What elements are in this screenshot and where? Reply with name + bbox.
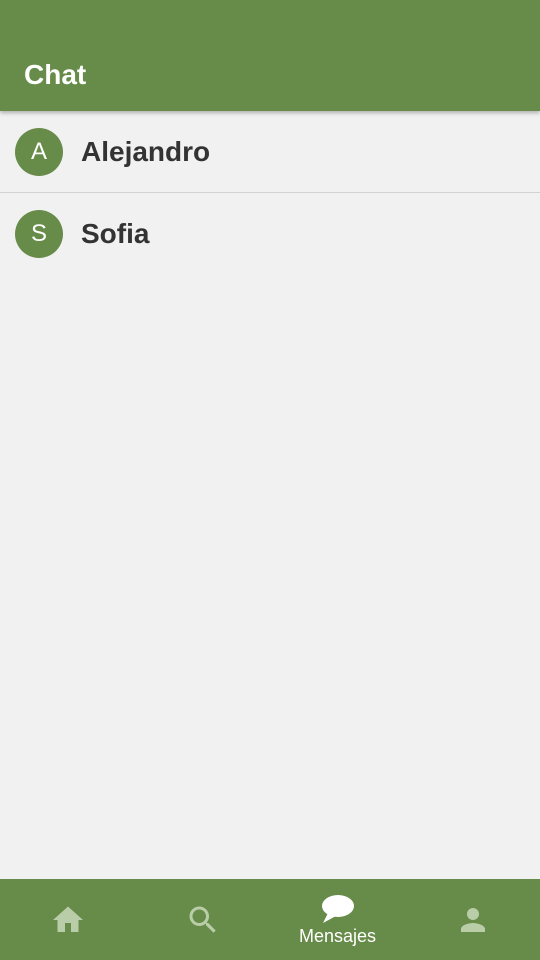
nav-item-home[interactable] [0, 879, 135, 960]
chat-item-sofia[interactable]: S Sofia [0, 193, 540, 274]
chat-bubble-icon [321, 895, 354, 923]
avatar-initial: S [30, 219, 47, 247]
app-bar: Chat [0, 0, 540, 111]
bottom-navigation: Mensajes [0, 879, 540, 960]
avatar: A [15, 127, 63, 176]
home-icon [52, 906, 83, 932]
chat-item-alejandro[interactable]: A Alejandro [0, 111, 540, 193]
chat-list: A Alejandro S Sofia [0, 111, 540, 274]
nav-label-mensajes: Mensajes [298, 926, 377, 946]
chat-name: Alejandro [81, 135, 211, 167]
avatar: S [15, 209, 63, 258]
page-title: Chat [24, 59, 87, 90]
avatar-initial: A [30, 137, 47, 165]
search-icon [189, 906, 216, 933]
nav-item-search[interactable] [135, 879, 270, 960]
person-icon [460, 907, 485, 932]
nav-item-profile[interactable] [405, 879, 540, 960]
chat-name: Sofia [81, 217, 150, 249]
nav-item-mensajes[interactable]: Mensajes [270, 879, 405, 960]
